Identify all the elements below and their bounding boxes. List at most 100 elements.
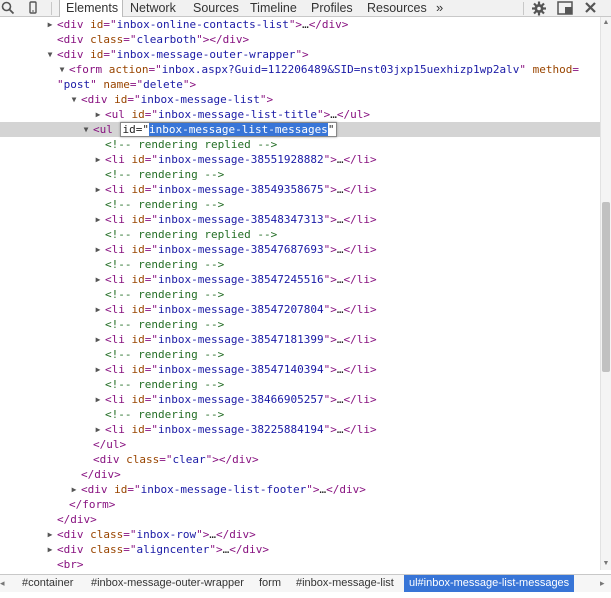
dom-tag: "> [323,243,337,256]
scroll-down-icon[interactable]: ▼ [602,560,610,568]
breadcrumb-scroll-right-icon[interactable]: ▸ [600,575,608,592]
dom-node[interactable]: ▼ <div id="inbox-message-outer-wrapper"> [0,47,600,62]
dom-tree-scrollbar[interactable]: ▲ ▼ [600,17,611,570]
dom-tag: =" [144,213,158,226]
collapse-triangle-icon[interactable]: ▼ [69,92,79,107]
dom-node[interactable]: ▶ <div id="inbox-online-contacts-list">…<… [0,17,600,32]
dom-node[interactable]: ▶ <li id="inbox-message-38547140394">…</l… [0,362,600,377]
dom-node-text: <ul id="inbox-message-list-messages" [93,122,338,137]
tab-timeline[interactable]: Timeline [250,0,297,17]
expand-triangle-icon[interactable]: ▶ [69,482,79,497]
expand-triangle-icon[interactable]: ▶ [93,182,103,197]
dom-attribute-value: inbox-message-38466905257 [158,393,324,406]
dom-node[interactable]: <!-- rendering replied --> [0,227,600,242]
scrollbar-thumb[interactable] [602,202,610,372]
dom-node[interactable]: ▶ <li id="inbox-message-38548347313">…</l… [0,212,600,227]
dom-attribute-value: inbox-message-38548347313 [158,213,324,226]
dom-tag: </form> [69,498,116,511]
attribute-edit-field[interactable]: id="inbox-message-list-messages" [119,122,338,137]
dom-node[interactable]: <!-- rendering --> [0,377,600,392]
dom-tag: "> [323,153,337,166]
expand-triangle-icon[interactable]: ▶ [45,527,55,542]
dom-node[interactable]: "post" name="delete"> [0,77,600,92]
dom-node[interactable]: ▶ <div id="inbox-message-list-footer">…</… [0,482,600,497]
dom-node[interactable]: ▶ <li id="inbox-message-38466905257">…</l… [0,392,600,407]
collapse-triangle-icon[interactable]: ▼ [81,122,91,137]
tab-network[interactable]: Network [130,0,176,17]
expand-triangle-icon[interactable]: ▶ [45,542,55,557]
dom-node[interactable]: ▶ <ul id="inbox-message-list-title">…</ul… [0,107,600,122]
dom-node-text: <div id="inbox-online-contacts-list">…</… [57,17,348,32]
dom-node[interactable]: <div class="clearboth"></div> [0,32,600,47]
dom-node[interactable]: ▶ <li id="inbox-message-38547245516">…</l… [0,272,600,287]
expand-triangle-icon[interactable]: ▶ [93,212,103,227]
device-mode-icon[interactable] [25,0,47,17]
dom-tag: =" [123,528,137,541]
gear-icon[interactable] [530,0,552,17]
dom-node[interactable]: ▶ <div class="inbox-row">…</div> [0,527,600,542]
dom-node[interactable]: ▶ <div class="aligncenter">…</div> [0,542,600,557]
dom-attribute-name: id [90,18,104,31]
dom-node[interactable]: <div class="clear"></div> [0,452,600,467]
dom-node[interactable]: ▶ <li id="inbox-message-38549358675">…</l… [0,182,600,197]
dock-side-icon[interactable] [556,0,578,17]
tab-elements[interactable]: Elements [59,0,123,17]
dom-node[interactable]: ▶ <li id="inbox-message-38547687693">…</l… [0,242,600,257]
dom-node[interactable]: <!-- rendering --> [0,167,600,182]
dom-attribute-value: inbox-message-outer-wrapper [116,48,296,61]
collapse-triangle-icon[interactable]: ▼ [45,47,55,62]
dom-node[interactable]: <!-- rendering --> [0,407,600,422]
dom-node[interactable]: ▼ <div id="inbox-message-list"> [0,92,600,107]
expand-triangle-icon[interactable]: ▶ [93,332,103,347]
breadcrumb-item[interactable]: form [259,575,281,592]
expand-triangle-icon[interactable]: ▶ [93,152,103,167]
expand-triangle-icon[interactable]: ▶ [93,392,103,407]
dom-tag: <div [57,48,91,61]
expand-triangle-icon[interactable]: ▶ [93,272,103,287]
breadcrumb-item[interactable]: #inbox-message-outer-wrapper [91,575,244,592]
close-icon[interactable] [582,0,604,17]
expand-triangle-icon[interactable]: ▶ [93,302,103,317]
dom-node-selected[interactable]: ▼ <ul id="inbox-message-list-messages" [0,122,600,137]
dom-node[interactable]: ▶ <li id="inbox-message-38225884194">…</l… [0,422,600,437]
dom-node[interactable]: <!-- rendering --> [0,347,600,362]
dom-tag: <ul [93,123,113,136]
dom-node[interactable]: <!-- rendering --> [0,257,600,272]
dom-node-text: <div class="clear"></div> [93,452,259,467]
dom-attribute-name: class [90,33,124,46]
expand-triangle-icon[interactable]: ▶ [93,362,103,377]
breadcrumb-item[interactable]: #container [22,575,73,592]
dom-node[interactable]: </form> [0,497,600,512]
dom-node[interactable]: <!-- rendering --> [0,317,600,332]
dom-comment: <!-- rendering --> [105,378,225,391]
expand-triangle-icon[interactable]: ▶ [45,17,55,32]
dom-node[interactable]: <!-- rendering --> [0,287,600,302]
expand-triangle-icon[interactable]: ▶ [93,107,103,122]
dom-attribute-value: post [63,78,91,91]
search-icon[interactable] [0,0,22,17]
tab-profiles[interactable]: Profiles [311,0,353,17]
more-tabs-button[interactable]: » [436,0,443,17]
breadcrumb-item-active[interactable]: ul#inbox-message-list-messages [404,575,575,592]
dom-node[interactable]: <!-- rendering replied --> [0,137,600,152]
dom-node[interactable]: ▼ <form action="inbox.aspx?Guid=112206489… [0,62,600,77]
dom-node[interactable]: </ul> [0,437,600,452]
dom-tag: "> [323,423,337,436]
dom-node[interactable]: ▶ <li id="inbox-message-38551928882">…</l… [0,152,600,167]
dom-node[interactable]: ▶ <li id="inbox-message-38547207804">…</l… [0,302,600,317]
scroll-up-icon[interactable]: ▲ [602,19,610,27]
breadcrumb-item[interactable]: #inbox-message-list [296,575,394,592]
dom-node[interactable]: <br> [0,557,600,570]
attribute-edit-selected-value[interactable]: inbox-message-list-messages [149,123,328,136]
expand-triangle-icon[interactable]: ▶ [93,242,103,257]
breadcrumb-scroll-left-icon[interactable]: ◂ [0,575,8,592]
dom-node[interactable]: ▶ <li id="inbox-message-38547181399">…</l… [0,332,600,347]
tab-sources[interactable]: Sources [193,0,239,17]
tab-resources[interactable]: Resources [367,0,427,17]
dom-node[interactable]: <!-- rendering --> [0,197,600,212]
collapse-triangle-icon[interactable]: ▼ [57,62,67,77]
dom-node[interactable]: </div> [0,467,600,482]
dom-comment: <!-- rendering --> [105,288,225,301]
dom-node[interactable]: </div> [0,512,600,527]
expand-triangle-icon[interactable]: ▶ [93,422,103,437]
